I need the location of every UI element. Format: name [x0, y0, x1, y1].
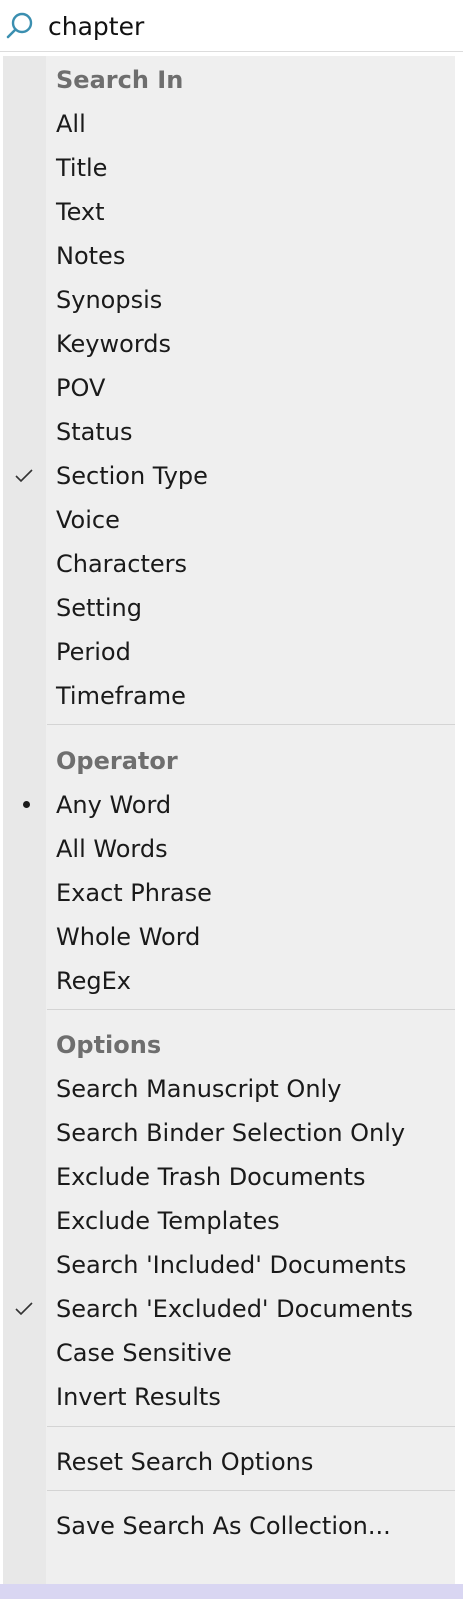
menu-item-label: Case Sensitive [56, 1339, 232, 1367]
section-header-label: Search In [56, 66, 184, 94]
menu-item-label: POV [56, 374, 106, 402]
menu-item-label: Notes [56, 242, 126, 270]
menu-item-label: Exclude Trash Documents [56, 1163, 366, 1191]
menu-item-label: Exclude Templates [56, 1207, 280, 1235]
menu-item-label: Period [56, 638, 131, 666]
save-search-as-collection-item[interactable]: Save Search As Collection... [3, 1504, 455, 1548]
search-bar [0, 0, 463, 52]
menu-item-setting[interactable]: Setting [3, 586, 455, 630]
menu-item-label: Title [56, 154, 108, 182]
menu-separator [47, 1009, 455, 1010]
menu-item-label: RegEx [56, 967, 131, 995]
menu-item-case-sensitive[interactable]: Case Sensitive [3, 1331, 455, 1375]
section-header-search-in: Search In [3, 58, 455, 102]
search-icon[interactable] [5, 11, 35, 41]
menu-item-keywords[interactable]: Keywords [3, 322, 455, 366]
menu-item-label: Whole Word [56, 923, 201, 951]
menu-item-label: Search 'Included' Documents [56, 1251, 407, 1279]
menu-item-search-manuscript-only[interactable]: Search Manuscript Only [3, 1067, 455, 1111]
checkmark-icon [13, 466, 35, 486]
menu-item-invert-results[interactable]: Invert Results [3, 1375, 455, 1419]
menu-item-label: Invert Results [56, 1383, 221, 1411]
menu-item-synopsis[interactable]: Synopsis [3, 278, 455, 322]
menu-item-title[interactable]: Title [3, 146, 455, 190]
menu-item-exact-phrase[interactable]: Exact Phrase [3, 871, 455, 915]
menu-item-all-words[interactable]: All Words [3, 827, 455, 871]
menu-item-period[interactable]: Period [3, 630, 455, 674]
menu-item-label: Timeframe [56, 682, 186, 710]
section-header-operator: Operator [3, 739, 455, 783]
menu-separator [47, 1490, 455, 1491]
section-header-label: Operator [56, 747, 178, 775]
menu-item-label: All Words [56, 835, 168, 863]
menu-item-label: Search Binder Selection Only [56, 1119, 406, 1147]
search-input[interactable] [48, 9, 448, 43]
menu-item-label: Keywords [56, 330, 172, 358]
menu-item-timeframe[interactable]: Timeframe [3, 674, 455, 718]
section-header-options: Options [3, 1023, 455, 1067]
radio-dot-icon [23, 801, 30, 808]
reset-search-options-item[interactable]: Reset Search Options [3, 1440, 455, 1484]
menu-item-all[interactable]: All [3, 102, 455, 146]
menu-item-regex[interactable]: RegEx [3, 959, 455, 1003]
menu-item-notes[interactable]: Notes [3, 234, 455, 278]
window-bottom-edge [0, 1584, 463, 1599]
menu-item-label: Search 'Excluded' Documents [56, 1295, 413, 1323]
menu-item-label: Search Manuscript Only [56, 1075, 342, 1103]
menu-item-text[interactable]: Text [3, 190, 455, 234]
section-header-label: Options [56, 1031, 162, 1059]
menu-item-exclude-trash-documents[interactable]: Exclude Trash Documents [3, 1155, 455, 1199]
menu-item-status[interactable]: Status [3, 410, 455, 454]
menu-item-label: Setting [56, 594, 142, 622]
menu-item-exclude-templates[interactable]: Exclude Templates [3, 1199, 455, 1243]
menu-item-label: All [56, 110, 86, 138]
menu-item-label: Status [56, 418, 133, 446]
menu-item-label: Reset Search Options [56, 1448, 314, 1476]
menu-separator [47, 724, 455, 725]
menu-item-search-excluded-documents[interactable]: Search 'Excluded' Documents [3, 1287, 455, 1331]
menu-item-label: Any Word [56, 791, 172, 819]
menu-item-label: Characters [56, 550, 187, 578]
menu-item-label: Voice [56, 506, 120, 534]
menu-item-any-word[interactable]: Any Word [3, 783, 455, 827]
menu-item-whole-word[interactable]: Whole Word [3, 915, 455, 959]
menu-item-characters[interactable]: Characters [3, 542, 455, 586]
menu-item-label: Section Type [56, 462, 208, 490]
menu-item-search-binder-selection-only[interactable]: Search Binder Selection Only [3, 1111, 455, 1155]
search-options-menu: Search In All Title Text Notes Synopsis … [0, 52, 463, 1584]
menu-item-search-included-documents[interactable]: Search 'Included' Documents [3, 1243, 455, 1287]
menu-item-label: Text [56, 198, 105, 226]
menu-item-pov[interactable]: POV [3, 366, 455, 410]
menu-item-section-type[interactable]: Section Type [3, 454, 455, 498]
menu-item-voice[interactable]: Voice [3, 498, 455, 542]
menu-separator [47, 1426, 455, 1427]
menu-item-label: Synopsis [56, 286, 163, 314]
menu-item-label: Save Search As Collection... [56, 1512, 391, 1540]
menu-item-label: Exact Phrase [56, 879, 212, 907]
checkmark-icon [13, 1299, 35, 1319]
